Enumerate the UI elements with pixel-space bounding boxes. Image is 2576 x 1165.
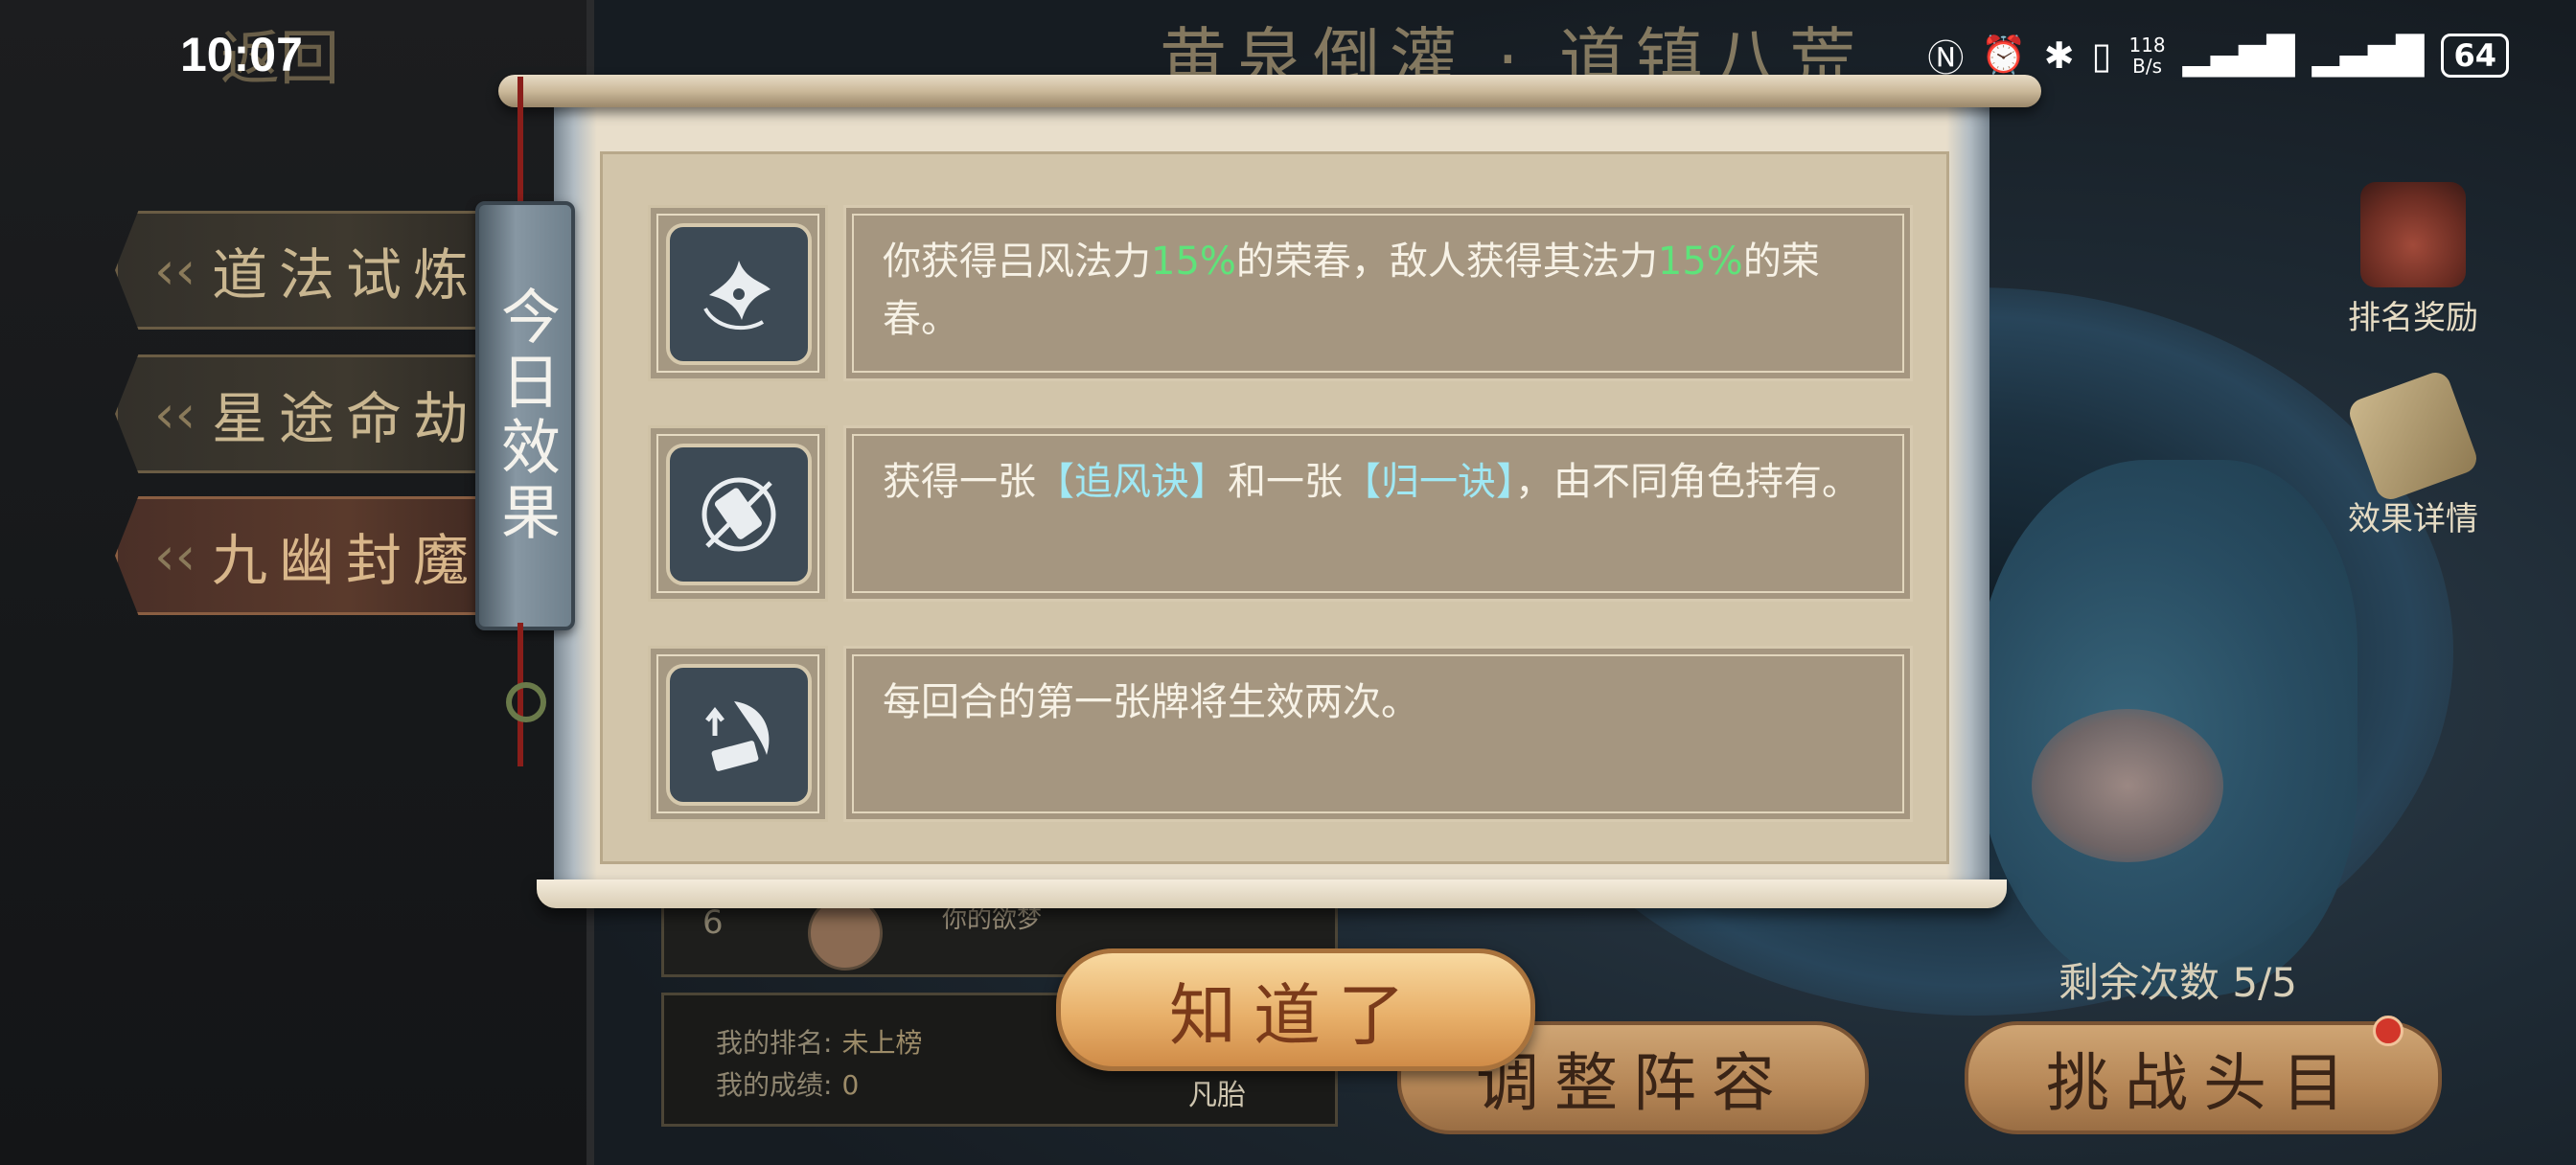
effect-text-part: 你获得吕风法力 (883, 240, 1151, 284)
treasure-chest-icon (2360, 182, 2466, 287)
effect-detail-label: 效果详情 (2348, 500, 2478, 538)
effect-row-2: 获得一张【追风诀】和一张【归一诀】，由不同角色持有。 (648, 425, 1913, 602)
my-score-label: 我的成绩: (716, 1069, 833, 1101)
network-speed: 118 B/s (2128, 34, 2165, 77)
card-name-zhuifeng: 【追风诀】 (1036, 460, 1228, 504)
remaining-label: 剩余次数 (2058, 959, 2220, 1006)
effect-percent-value: 15% (1151, 240, 1236, 284)
effect-description: 每回合的第一张牌将生效两次。 (883, 680, 1419, 724)
scroll-bottom-edge (537, 879, 2007, 908)
menu-item-daofa-trial[interactable]: ‹‹ 道法试炼 (115, 211, 504, 330)
notification-dot (2373, 1016, 2404, 1046)
rank-reward-label: 排名奖励 (2348, 299, 2478, 337)
chevron-left-icon: ‹‹ (154, 525, 196, 586)
alarm-icon: ⏰ (1981, 34, 2027, 76)
network-speed-value: 118 (2128, 33, 2166, 57)
my-rank-row: 我的排名: 未上榜 (716, 1022, 922, 1061)
vibrate-icon: ▯ (2091, 34, 2112, 77)
leaderboard-rank: 6 (702, 903, 724, 942)
effect-row-1: 你获得吕风法力15%的荣春，敌人获得其法力15%的荣春。 (648, 205, 1913, 381)
bluetooth-icon: ✱ (2043, 34, 2075, 77)
today-effect-label: 今日效果 (491, 286, 561, 546)
got-it-button[interactable]: 知道了 (1056, 948, 1535, 1071)
effect-row-3: 每回合的第一张牌将生效两次。 (648, 646, 1913, 822)
menu-item-xingtu-trial[interactable]: ‹‹ 星途命劫 (115, 354, 504, 473)
signal-icon: ▂▄▆█ (2182, 34, 2295, 77)
character-name-partial: 凡胎 (1188, 1079, 1246, 1112)
rank-reward-button[interactable]: 排名奖励 (2346, 182, 2480, 338)
menu-item-label: 星途命劫 (212, 386, 481, 451)
boss-creature-detail (2032, 709, 2223, 862)
nfc-icon: Ⓝ (1927, 37, 1965, 80)
effect-icon-frame (648, 646, 828, 822)
remaining-attempts: 剩余次数 5/5 (2058, 950, 2297, 1009)
menu-item-jiuyou-seal[interactable]: ‹‹ 九幽封魔 (115, 496, 504, 615)
card-ring-icon (666, 444, 812, 585)
effect-description-box: 每回合的第一张牌将生效两次。 (843, 646, 1913, 822)
remaining-value: 5/5 (2232, 959, 2297, 1006)
effect-description-box: 你获得吕风法力15%的荣春，敌人获得其法力15%的荣春。 (843, 205, 1913, 381)
network-speed-unit: B/s (2132, 54, 2162, 78)
chevron-left-icon: ‹‹ (154, 383, 196, 445)
effect-icon-frame (648, 425, 828, 602)
card-name-guiyi: 【归一诀】 (1343, 460, 1515, 504)
status-time: 10:07 (180, 28, 303, 81)
effect-description: 获得一张【追风诀】和一张【归一诀】，由不同角色持有。 (883, 453, 1872, 511)
effect-detail-button[interactable]: 效果详情 (2345, 368, 2481, 539)
status-icons: Ⓝ ⏰ ✱ ▯ 118 B/s ▂▄▆█ ▂▄▆█ 64 (1927, 29, 2509, 81)
tag-string-top (518, 77, 523, 201)
chevron-left-icon: ‹‹ (154, 240, 196, 301)
today-effect-tag: 今日效果 (475, 201, 575, 630)
effect-text-part: 获得一张 (883, 460, 1036, 504)
scroll-top-rod (498, 75, 2041, 107)
my-rank-value: 未上榜 (841, 1027, 923, 1059)
my-score-row: 我的成绩: 0 (716, 1064, 859, 1103)
effect-text-part: 的荣春，敌人获得其法力 (1235, 240, 1658, 284)
signal-icon-2: ▂▄▆█ (2312, 34, 2425, 77)
effect-text-part: 和一张 (1228, 460, 1343, 504)
effect-description-box: 获得一张【追风诀】和一张【归一诀】，由不同角色持有。 (843, 425, 1913, 602)
flower-spirit-icon (666, 223, 812, 365)
effect-text-part: ，由不同角色持有。 (1515, 460, 1860, 504)
menu-item-label: 道法试炼 (212, 242, 481, 308)
my-rank-label: 我的排名: (716, 1027, 833, 1059)
jade-ring-ornament (506, 682, 546, 722)
effect-percent-value: 15% (1657, 240, 1743, 284)
challenge-boss-button[interactable]: 挑战头目 (1965, 1021, 2442, 1134)
battery-indicator: 64 (2441, 33, 2509, 78)
menu-item-label: 九幽封魔 (212, 528, 481, 593)
effect-description: 你获得吕风法力15%的荣春，敌人获得其法力15%的荣春。 (883, 233, 1872, 348)
scroll-icon (2345, 368, 2481, 504)
effect-icon-frame (648, 205, 828, 381)
card-swoosh-icon (666, 664, 812, 806)
my-score-value: 0 (841, 1069, 860, 1101)
